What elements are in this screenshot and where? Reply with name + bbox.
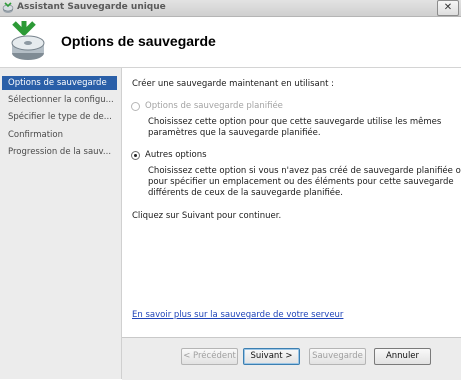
intro-text: Créer une sauvegarde maintenant en utili… (132, 79, 335, 89)
backup-button[interactable]: Sauvegarde (309, 348, 366, 365)
wizard-header: Options de sauvegarde (0, 17, 461, 68)
sidebar-item-progress[interactable]: Progression de la sauv... (2, 145, 117, 159)
learn-more-link[interactable]: En savoir plus sur la sauvegarde de votr… (132, 310, 343, 320)
sidebar-item-select-config[interactable]: Sélectionner la configu... (2, 93, 117, 107)
sidebar-item-specify-type[interactable]: Spécifier le type de de... (2, 110, 117, 124)
app-icon (2, 2, 14, 13)
continue-instruction: Cliquez sur Suivant pour continuer. (132, 211, 282, 221)
backup-disk-icon (11, 21, 45, 60)
title-bar: Assistant Sauvegarde unique ✕ (0, 0, 461, 17)
wizard-content: Créer une sauvegarde maintenant en utili… (122, 68, 461, 336)
window-title: Assistant Sauvegarde unique (17, 2, 166, 12)
page-title: Options de sauvegarde (61, 33, 216, 49)
radio-selected-dot (134, 154, 137, 157)
other-options-desc-3: différents de ceux de la sauvegarde plan… (148, 188, 343, 198)
scheduled-options-desc-2: paramètres que la sauvegarde planifiée. (148, 128, 321, 138)
wizard-steps-sidebar: Options de sauvegarde Sélectionner la co… (0, 68, 122, 379)
scheduled-options-desc-1: Choisissez cette option pour que cette s… (148, 117, 442, 127)
sidebar-item-backup-options[interactable]: Options de sauvegarde (2, 76, 117, 90)
sidebar-item-confirmation[interactable]: Confirmation (2, 128, 117, 142)
wizard-footer: < Précédent Suivant > Sauvegarde Annuler (122, 337, 461, 380)
next-button[interactable]: Suivant > (243, 348, 300, 365)
other-options-label: Autres options (145, 150, 207, 160)
cancel-button[interactable]: Annuler (374, 348, 431, 365)
close-icon: ✕ (443, 2, 453, 13)
close-button[interactable]: ✕ (437, 0, 459, 16)
other-options-desc-1: Choisissez cette option si vous n'avez p… (148, 166, 461, 176)
scheduled-options-radio[interactable] (131, 102, 140, 111)
scheduled-options-label: Options de sauvegarde planifiée (145, 101, 283, 111)
other-options-desc-2: pour spécifier un emplacement ou des élé… (148, 177, 454, 187)
previous-button[interactable]: < Précédent (181, 348, 238, 365)
other-options-radio[interactable] (131, 151, 140, 160)
